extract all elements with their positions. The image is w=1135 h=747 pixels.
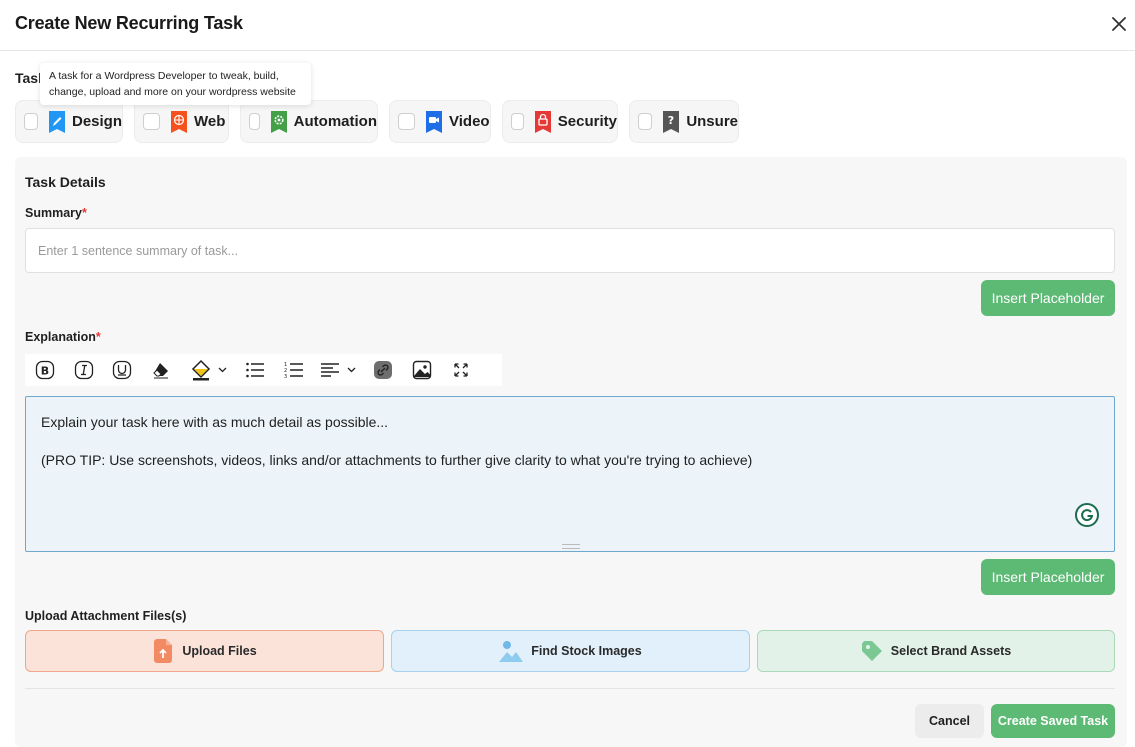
close-icon (1112, 17, 1126, 31)
editor-toolbar: B 123 (25, 354, 502, 386)
grammarly-icon (1081, 509, 1094, 522)
summary-input[interactable] (25, 228, 1115, 273)
select-brand-assets-label: Select Brand Assets (890, 644, 1012, 658)
italic-button[interactable] (65, 354, 103, 386)
editor-line: Explain your task here with as much deta… (41, 414, 389, 430)
find-stock-images-label: Find Stock Images (531, 644, 642, 658)
modal-title: Create New Recurring Task (15, 13, 243, 33)
editor-resize-handle[interactable] (562, 544, 580, 549)
upload-files-label: Upload Files (182, 644, 257, 658)
stock-image-icon (499, 641, 524, 662)
fill-color-dropdown[interactable] (181, 354, 235, 386)
category-chip-video[interactable]: Video (389, 100, 491, 143)
explanation-label: Explanation* (25, 330, 101, 344)
category-chip-web[interactable]: Web (134, 100, 229, 143)
link-button[interactable] (363, 354, 403, 386)
category-chip-security[interactable]: Security (502, 100, 618, 143)
cancel-button[interactable]: Cancel (915, 704, 984, 738)
select-brand-assets-button[interactable]: Select Brand Assets (757, 630, 1115, 672)
required-marker: * (81, 206, 87, 220)
bold-button[interactable]: B (25, 354, 65, 386)
bullet-list-button[interactable] (235, 354, 275, 386)
summary-label: Summary* (25, 206, 87, 220)
italic-icon (74, 360, 94, 380)
checkbox[interactable] (638, 113, 653, 130)
attachments-label: Upload Attachment Files(s) (25, 609, 187, 623)
chip-label: Video (449, 113, 490, 130)
numbered-list-button[interactable]: 123 (275, 354, 313, 386)
explanation-label-text: Explanation (25, 330, 96, 344)
bold-icon: B (35, 360, 55, 380)
checkbox[interactable] (249, 113, 260, 130)
bullet-list-icon (246, 362, 264, 378)
category-chip-design[interactable]: Design (15, 100, 123, 143)
summary-label-text: Summary (25, 206, 82, 220)
upload-file-icon (154, 639, 173, 663)
question-mark-icon: ? (662, 110, 680, 133)
checkbox[interactable] (24, 113, 38, 130)
link-icon (374, 361, 392, 379)
chip-label: Web (194, 113, 226, 130)
video-camera-icon (425, 110, 443, 133)
grammarly-button[interactable] (1075, 503, 1099, 527)
chevron-down-icon (218, 367, 226, 373)
insert-placeholder-button-2[interactable]: Insert Placeholder (981, 559, 1115, 595)
chip-label: Unsure (686, 113, 738, 130)
category-chip-automation[interactable]: Automation (240, 100, 378, 143)
required-marker: * (95, 330, 101, 344)
lock-icon (534, 110, 552, 133)
image-button[interactable] (403, 354, 441, 386)
close-button[interactable] (1107, 12, 1131, 36)
fullscreen-button[interactable] (441, 354, 481, 386)
insert-placeholder-button[interactable]: Insert Placeholder (981, 280, 1115, 316)
checkbox[interactable] (398, 113, 415, 130)
numbered-list-icon: 123 (284, 362, 303, 379)
chevron-down-icon (347, 367, 355, 373)
eraser-icon (153, 363, 168, 379)
modal-header: Create New Recurring Task (0, 0, 1135, 51)
align-icon (320, 363, 339, 377)
footer-divider (25, 688, 1115, 689)
fullscreen-icon (454, 363, 468, 377)
underline-icon (112, 360, 132, 380)
chip-label: Security (557, 113, 617, 130)
pencil-icon (48, 110, 66, 133)
fill-color-icon (191, 359, 210, 381)
align-dropdown[interactable] (313, 354, 363, 386)
brand-tag-icon (861, 641, 882, 661)
chip-label: Design (71, 113, 122, 130)
editor-line: (PRO TIP: Use screenshots, videos, links… (41, 452, 753, 468)
checkbox[interactable] (143, 113, 160, 130)
svg-text:B: B (41, 365, 49, 378)
upload-files-button[interactable]: Upload Files (25, 630, 384, 672)
image-icon (412, 360, 432, 380)
section-title: Task Details (25, 174, 106, 190)
svg-text:?: ? (668, 114, 674, 127)
create-saved-task-button[interactable]: Create Saved Task (991, 704, 1115, 738)
underline-button[interactable] (103, 354, 141, 386)
category-tooltip: A task for a Wordpress Developer to twea… (40, 63, 311, 105)
globe-icon (170, 110, 188, 133)
checkbox[interactable] (511, 113, 524, 130)
svg-text:3: 3 (284, 374, 287, 379)
chip-label: Automation (293, 113, 377, 130)
clear-format-button[interactable] (141, 354, 181, 386)
explanation-editor[interactable]: Explain your task here with as much deta… (25, 396, 1115, 552)
find-stock-images-button[interactable]: Find Stock Images (391, 630, 750, 672)
gear-icon (270, 110, 288, 133)
category-chip-unsure[interactable]: ? Unsure (629, 100, 739, 143)
